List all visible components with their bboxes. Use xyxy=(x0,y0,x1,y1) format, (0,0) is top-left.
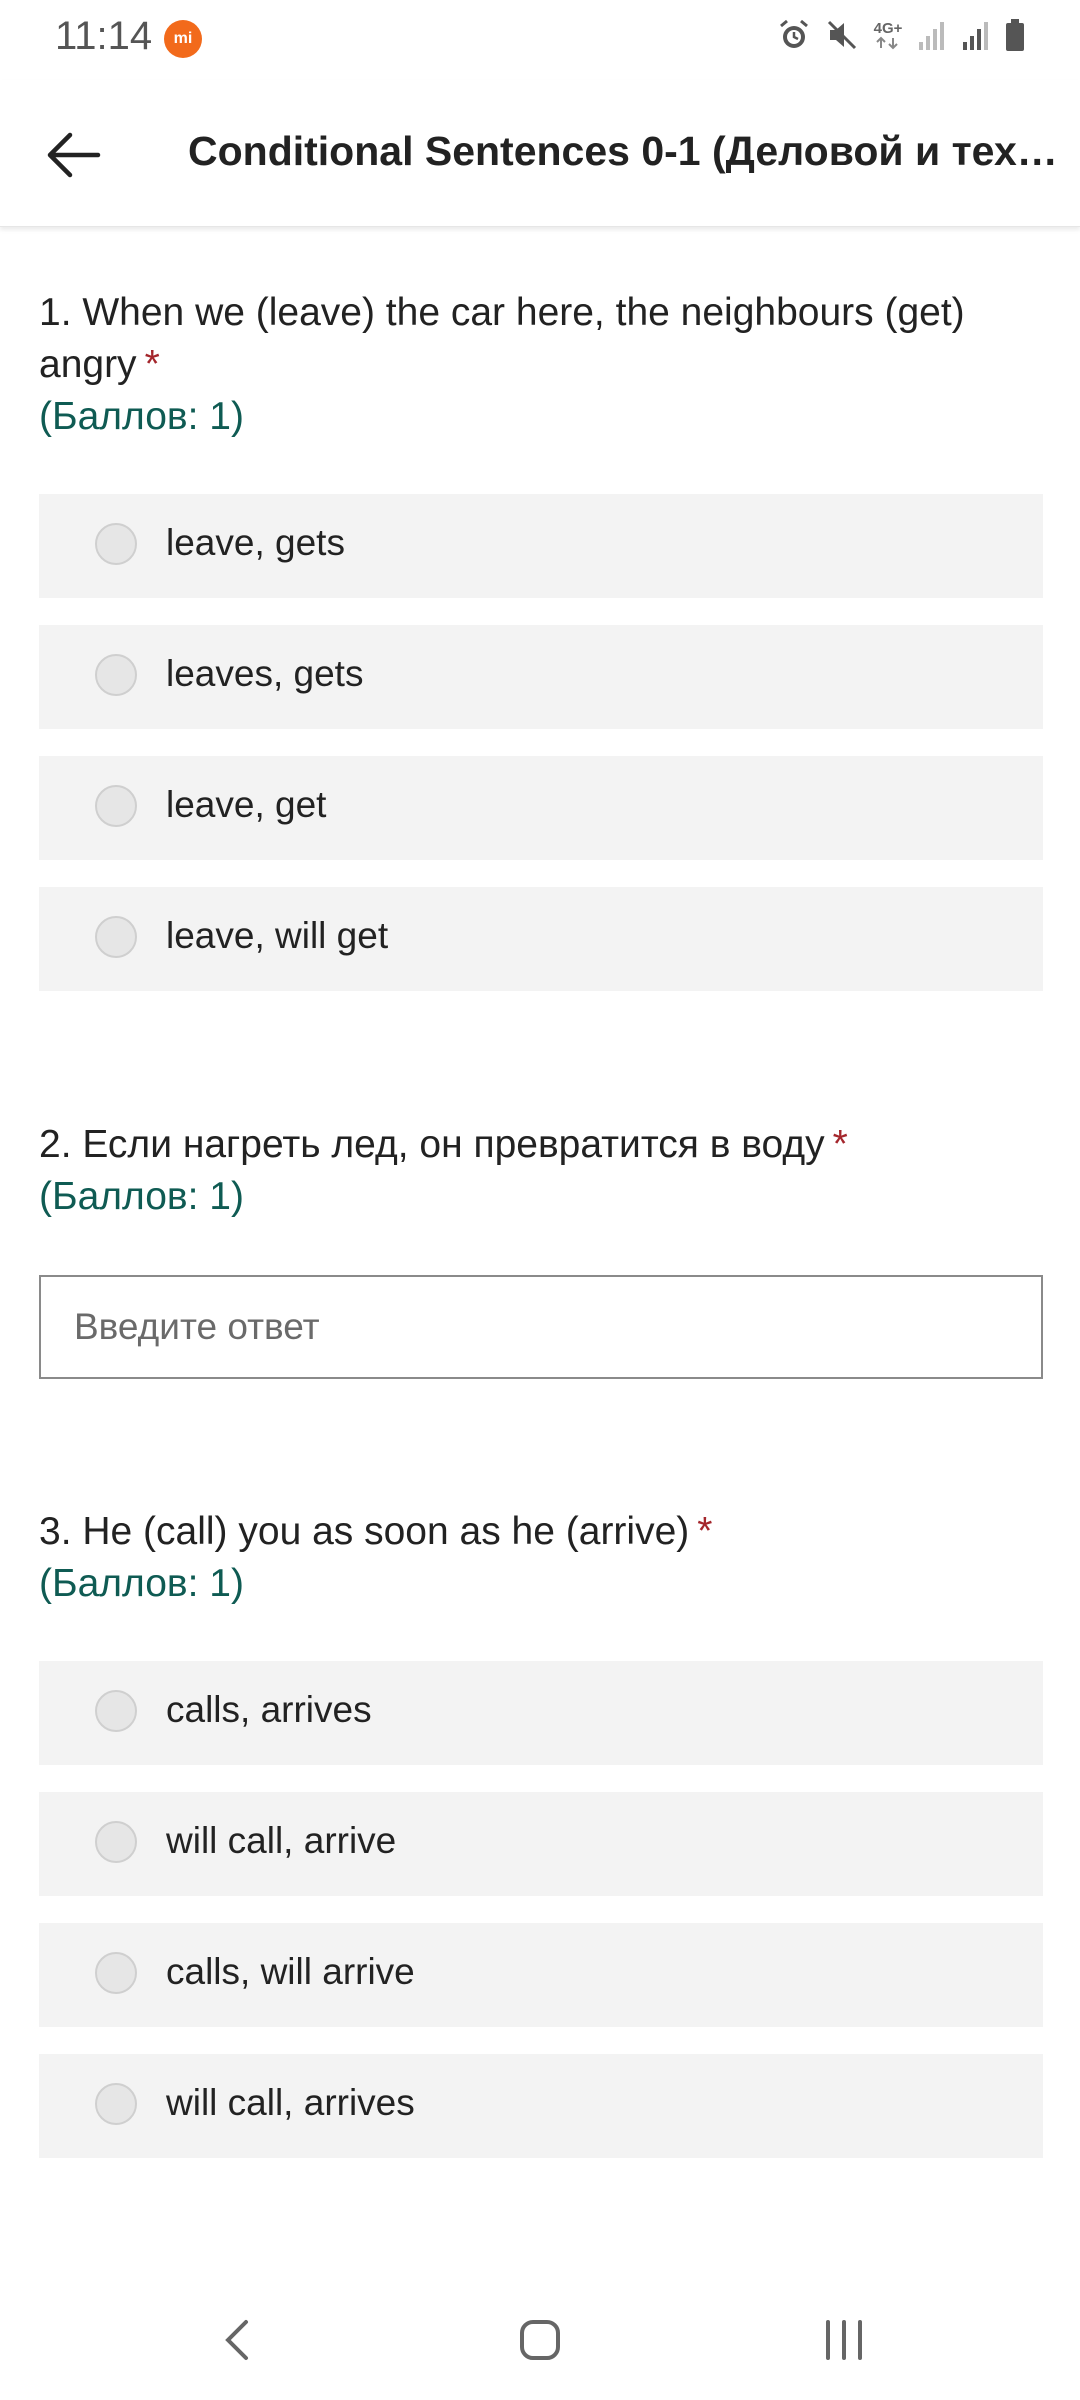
option-label: will call, arrives xyxy=(166,2082,415,2123)
back-nav-icon xyxy=(225,2320,248,2360)
option-q1-leave-get[interactable]: leave, get xyxy=(39,756,1043,860)
required-marker: * xyxy=(697,1510,713,1553)
radio-button[interactable] xyxy=(95,1690,137,1732)
recents-icon xyxy=(826,2320,862,2360)
status-icons: 4G+ xyxy=(777,18,1025,57)
option-q3-calls-will-arrive[interactable]: calls, will arrive xyxy=(39,1923,1043,2027)
question-title: 2. Если нагреть лед, он превратится в во… xyxy=(39,1119,1043,1171)
option-label: calls, arrives xyxy=(166,1689,372,1730)
recents-nav-button[interactable] xyxy=(804,2300,884,2380)
battery-icon xyxy=(1005,18,1025,57)
question-title: 3. He (call) you as soon as he (arrive) * xyxy=(39,1506,1043,1558)
radio-button[interactable] xyxy=(95,654,137,696)
radio-button[interactable] xyxy=(95,1952,137,1994)
radio-button[interactable] xyxy=(95,916,137,958)
radio-button[interactable] xyxy=(95,785,137,827)
option-q3-calls-arrives[interactable]: calls, arrives xyxy=(39,1661,1043,1765)
option-label: leave, gets xyxy=(166,522,345,563)
option-q1-leave-will-get[interactable]: leave, will get xyxy=(39,887,1043,991)
status-time: 11:14 xyxy=(55,14,153,58)
option-label: leaves, gets xyxy=(166,653,364,694)
required-marker: * xyxy=(144,343,160,386)
question-title: 1. When we (leave) the car here, the nei… xyxy=(39,287,1043,391)
answer-input[interactable] xyxy=(39,1275,1043,1379)
app-bar: Conditional Sentences 0-1 (Деловой и тех… xyxy=(0,80,1080,227)
option-q1-leaves-gets[interactable]: leaves, gets xyxy=(39,625,1043,729)
home-nav-button[interactable] xyxy=(500,2300,580,2380)
option-label: leave, get xyxy=(166,784,327,825)
radio-button[interactable] xyxy=(95,1821,137,1863)
signal-icon xyxy=(917,18,947,57)
question-text: 2. Если нагреть лед, он превратится в во… xyxy=(39,1123,825,1166)
option-q3-will-call-arrive[interactable]: will call, arrive xyxy=(39,1792,1043,1896)
back-button[interactable] xyxy=(38,120,108,190)
option-label: leave, will get xyxy=(166,915,389,956)
arrow-left-icon xyxy=(47,132,101,178)
mi-notification-icon: mi xyxy=(164,20,202,58)
network-icon: 4G+ xyxy=(873,20,903,53)
mute-icon xyxy=(825,18,859,57)
home-icon xyxy=(520,2320,560,2360)
question-text: 1. When we (leave) the car here, the nei… xyxy=(39,291,965,386)
required-marker: * xyxy=(832,1123,848,1166)
radio-button[interactable] xyxy=(95,2083,137,2125)
question-points: (Баллов: 1) xyxy=(39,395,244,438)
back-nav-button[interactable] xyxy=(198,2300,278,2380)
question-1: 1. When we (leave) the car here, the nei… xyxy=(39,287,1043,443)
question-points: (Баллов: 1) xyxy=(39,1175,244,1218)
signal-icon xyxy=(961,18,991,57)
network-type-label: 4G+ xyxy=(873,20,903,37)
alarm-icon xyxy=(777,18,811,57)
question-2: 2. Если нагреть лед, он превратится в во… xyxy=(39,1119,1043,1223)
page-title: Conditional Sentences 0-1 (Деловой и тех… xyxy=(188,128,1068,174)
question-3: 3. He (call) you as soon as he (arrive) *… xyxy=(39,1506,1043,1610)
system-nav-bar xyxy=(0,2280,1080,2400)
status-bar: 11:14 mi 4G+ xyxy=(0,0,1080,80)
option-q1-leave-gets[interactable]: leave, gets xyxy=(39,494,1043,598)
question-text: 3. He (call) you as soon as he (arrive) xyxy=(39,1510,690,1553)
radio-button[interactable] xyxy=(95,523,137,565)
option-label: calls, will arrive xyxy=(166,1951,415,1992)
option-label: will call, arrive xyxy=(166,1820,397,1861)
question-points: (Баллов: 1) xyxy=(39,1562,244,1605)
option-q3-will-call-arrives[interactable]: will call, arrives xyxy=(39,2054,1043,2158)
